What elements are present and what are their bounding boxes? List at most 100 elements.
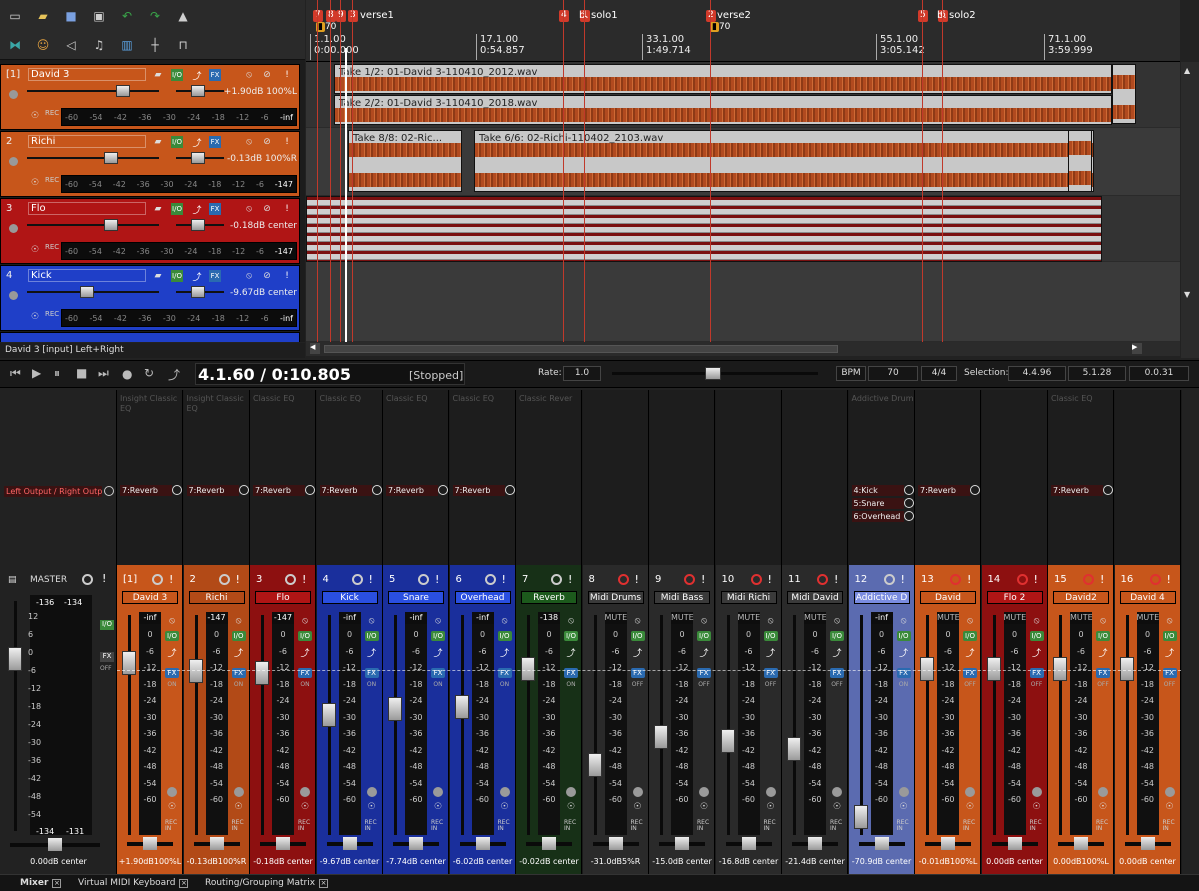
pan-slider[interactable] bbox=[792, 837, 838, 850]
envelope-icon[interactable]: ⤴ bbox=[165, 649, 179, 659]
monitor-icon[interactable]: ☉ bbox=[897, 802, 911, 812]
close-icon[interactable]: × bbox=[52, 879, 62, 888]
plugin-slot[interactable]: Classic EQ bbox=[386, 394, 428, 404]
channel-name-field[interactable]: Richi bbox=[188, 591, 245, 604]
io-button[interactable]: I/O bbox=[1162, 631, 1177, 641]
undo-icon[interactable]: ↶ bbox=[118, 7, 136, 25]
solo-icon[interactable]: ! bbox=[302, 573, 306, 586]
time-signature-field[interactable]: 4/4 bbox=[921, 366, 957, 381]
master-pan-handle[interactable] bbox=[48, 838, 62, 851]
record-arm-icon[interactable] bbox=[965, 787, 975, 797]
record-arm-icon[interactable] bbox=[9, 90, 18, 99]
phase-icon[interactable]: ⦸ bbox=[830, 616, 844, 626]
io-button[interactable]: I/O bbox=[1029, 631, 1044, 641]
channel-name-field[interactable]: Flo bbox=[255, 591, 311, 604]
metronome-icon[interactable]: ▲ bbox=[174, 7, 192, 25]
io-button[interactable]: I/O bbox=[298, 631, 312, 641]
monitor-icon[interactable]: ☉ bbox=[232, 802, 246, 812]
channel-name-field[interactable]: David2 bbox=[1053, 591, 1109, 604]
io-button[interactable]: I/O bbox=[697, 631, 711, 641]
phase-icon[interactable]: ⦸ bbox=[564, 616, 578, 626]
pan-handle[interactable] bbox=[276, 837, 290, 850]
pan-slider[interactable] bbox=[925, 837, 971, 850]
monitor-icon[interactable]: ☉ bbox=[29, 110, 41, 122]
scroll-right-icon[interactable]: ▶ bbox=[1132, 343, 1142, 354]
pan-slider[interactable] bbox=[459, 837, 506, 850]
mute-icon[interactable] bbox=[1016, 574, 1028, 585]
folder-icon[interactable]: ▰ bbox=[152, 136, 164, 148]
record-arm-icon[interactable] bbox=[9, 224, 18, 233]
monitor-icon[interactable]: ☉ bbox=[963, 802, 977, 812]
mute-icon[interactable]: ⊘ bbox=[261, 270, 273, 282]
track-lane[interactable] bbox=[306, 262, 1180, 342]
speaker-icon[interactable]: ◁ bbox=[62, 36, 80, 54]
volume-handle[interactable] bbox=[104, 219, 118, 231]
solo-icon[interactable]: ! bbox=[236, 573, 240, 586]
envelope-icon[interactable]: ⤴ bbox=[1096, 649, 1110, 659]
envelope-icon[interactable]: ⤴ bbox=[191, 203, 203, 216]
close-icon[interactable]: × bbox=[179, 879, 189, 888]
pan-handle[interactable] bbox=[808, 837, 822, 850]
mute-icon[interactable] bbox=[617, 574, 629, 585]
io-button[interactable]: I/O bbox=[171, 270, 183, 282]
solo-icon[interactable]: ! bbox=[502, 573, 506, 586]
selection-end-field[interactable]: 5.1.28 bbox=[1068, 366, 1126, 381]
solo-icon[interactable]: ! bbox=[901, 573, 905, 586]
send-knob-icon[interactable] bbox=[1103, 485, 1113, 495]
fader-rail[interactable] bbox=[1125, 615, 1129, 835]
plugin-slot[interactable]: Classic EQ bbox=[453, 394, 495, 404]
volume-handle[interactable] bbox=[80, 286, 94, 298]
envelope-icon[interactable]: ⤴ bbox=[697, 649, 711, 659]
send-slot[interactable]: 7:Reverb bbox=[918, 485, 970, 496]
phase-icon[interactable]: ⦸ bbox=[697, 616, 711, 626]
record-arm-icon[interactable] bbox=[300, 787, 310, 797]
volume-handle[interactable] bbox=[116, 85, 130, 97]
rate-field[interactable]: 1.0 bbox=[563, 366, 601, 381]
volume-slider[interactable] bbox=[27, 90, 159, 92]
phase-icon[interactable]: ⦸ bbox=[897, 616, 911, 626]
fader-rail[interactable] bbox=[1059, 615, 1062, 835]
record-arm-icon[interactable] bbox=[1031, 787, 1042, 797]
fader-handle[interactable] bbox=[454, 695, 469, 719]
volume-slider[interactable] bbox=[27, 224, 159, 226]
io-button[interactable]: I/O bbox=[1096, 631, 1110, 641]
channel-name-field[interactable]: Midi Drums bbox=[587, 591, 644, 604]
send-knob-icon[interactable] bbox=[970, 485, 980, 495]
send-slot[interactable]: 7:Reverb bbox=[1051, 485, 1103, 496]
pan-handle[interactable] bbox=[741, 837, 756, 850]
audio-clip[interactable]: Take 2/2: 01-David 3-110410_2018.wav bbox=[334, 95, 1112, 125]
envelope-icon[interactable]: ⤴ bbox=[431, 649, 445, 659]
io-button[interactable]: I/O bbox=[431, 631, 445, 641]
solo-icon[interactable]: ! bbox=[1100, 573, 1104, 586]
channel-name-field[interactable]: Snare bbox=[388, 591, 444, 604]
play-icon[interactable]: ▶ bbox=[32, 366, 41, 380]
mute-icon[interactable] bbox=[1149, 574, 1161, 585]
phase-icon[interactable]: ⦸ bbox=[431, 616, 445, 626]
go-to-start-icon[interactable]: ⏮ bbox=[10, 366, 21, 381]
channel-name-field[interactable]: Reverb bbox=[521, 591, 577, 604]
audio-clip[interactable]: Take 8/8: 02-Ric... bbox=[348, 130, 462, 192]
close-icon[interactable]: × bbox=[319, 879, 329, 888]
envelope-icon[interactable]: ⤴ bbox=[631, 649, 645, 659]
fader-handle[interactable] bbox=[1053, 657, 1067, 681]
solo-icon[interactable]: ! bbox=[281, 270, 293, 282]
tempo-marker[interactable]: ▮70 bbox=[316, 22, 336, 32]
pan-slider[interactable] bbox=[659, 837, 705, 850]
envelope-icon[interactable]: ⤴ bbox=[963, 649, 977, 659]
envelope-icon[interactable]: ⤴ bbox=[764, 649, 778, 659]
pan-handle[interactable] bbox=[475, 837, 490, 850]
send-knob-icon[interactable] bbox=[371, 485, 382, 495]
phase-icon[interactable]: ⦸ bbox=[1030, 616, 1044, 626]
master-solo-icon[interactable]: ! bbox=[102, 572, 106, 585]
io-button[interactable]: I/O bbox=[564, 631, 578, 641]
fx-button[interactable]: FX bbox=[209, 136, 221, 148]
horizontal-scrollbar[interactable]: ◀ ▶ bbox=[306, 342, 1180, 356]
io-button[interactable]: I/O bbox=[171, 136, 183, 148]
pan-handle[interactable] bbox=[874, 837, 889, 850]
send-slot[interactable]: 5:Snare bbox=[851, 498, 904, 509]
fader-handle[interactable] bbox=[321, 703, 336, 727]
fader-rail[interactable] bbox=[859, 615, 863, 835]
fader-rail[interactable] bbox=[261, 615, 264, 835]
record-arm-icon[interactable] bbox=[499, 787, 510, 797]
volume-slider[interactable] bbox=[27, 157, 159, 159]
